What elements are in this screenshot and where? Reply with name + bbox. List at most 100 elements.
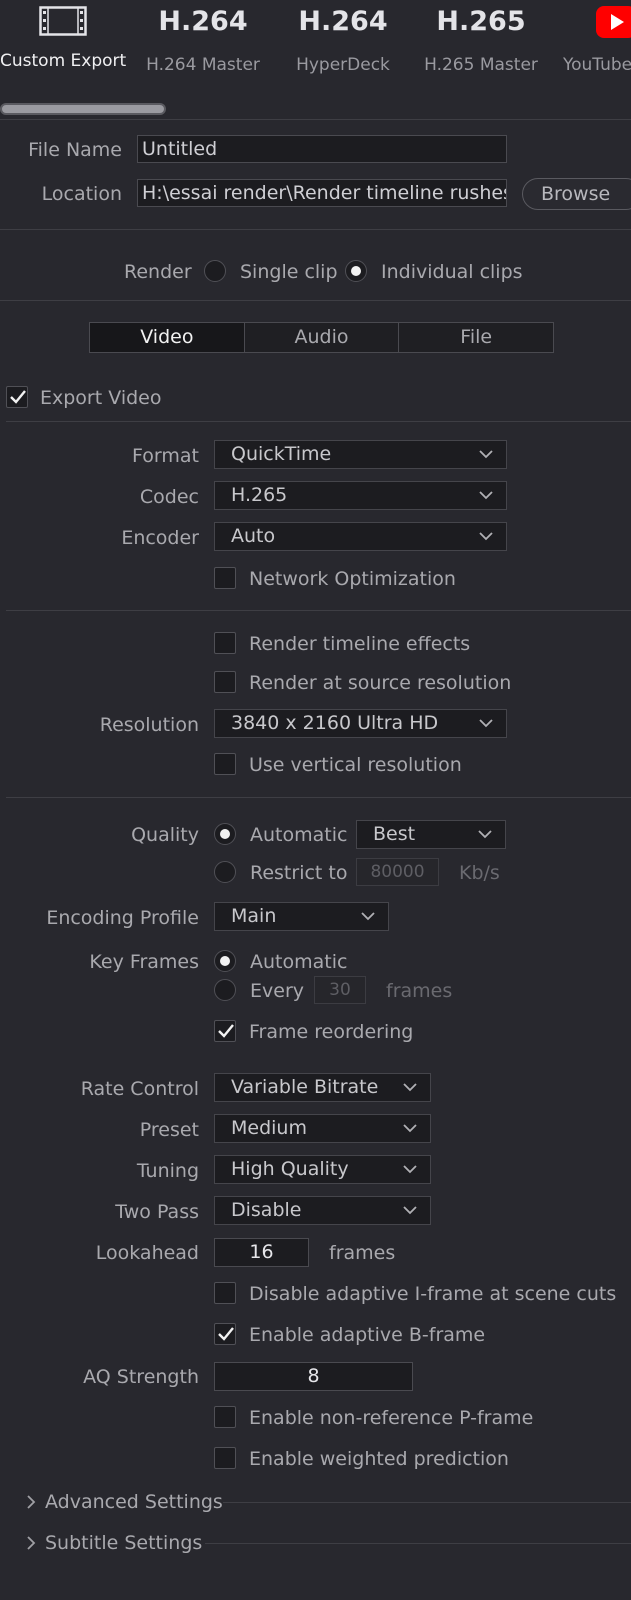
disable-adaptive-i-frame-checkbox[interactable] [214,1282,236,1304]
encoder-value: Auto [231,525,276,547]
tuning-value: High Quality [231,1158,349,1180]
preset-youtube[interactable]: YouTube [560,0,631,80]
format-dropdown[interactable]: QuickTime [214,440,507,469]
browse-button[interactable]: Browse [522,178,631,210]
quality-restrict-label[interactable]: Restrict to [250,861,348,885]
quality-best-dropdown[interactable]: Best [356,820,506,849]
tuning-dropdown[interactable]: High Quality [214,1155,431,1184]
subtitle-settings-expander[interactable]: Subtitle Settings [0,1531,631,1555]
divider [223,1502,631,1503]
enable-adaptive-b-frame-checkbox[interactable] [214,1323,236,1345]
chevron-down-icon [403,1206,417,1215]
weighted-prediction-checkbox[interactable] [214,1447,236,1469]
chevron-down-icon [403,1124,417,1133]
preset-custom-export[interactable]: Custom Export [0,0,126,80]
render-timeline-effects-checkbox[interactable] [214,632,236,654]
key-frames-label: Key Frames [89,951,199,973]
chevron-down-icon [361,912,375,921]
aq-strength-label: AQ Strength [83,1366,199,1388]
enable-adaptive-b-frame-label[interactable]: Enable adaptive B-frame [249,1323,485,1347]
network-optimization-label[interactable]: Network Optimization [249,567,456,591]
preset-hyperdeck[interactable]: H.264 HyperDeck [280,0,406,80]
preset-label: H.264 Master [146,55,260,75]
export-video-checkbox[interactable] [6,386,28,408]
network-optimization-checkbox[interactable] [214,567,236,589]
rate-control-dropdown[interactable]: Variable Bitrate [214,1073,431,1102]
quality-restrict-radio[interactable] [214,861,236,883]
chevron-right-icon [27,1495,36,1509]
settings-tabs: Video Audio File [89,322,554,353]
encoding-profile-dropdown[interactable]: Main [214,902,389,931]
location-label: Location [41,183,122,205]
quality-automatic-label[interactable]: Automatic [250,823,347,847]
encoder-label: Encoder [121,527,199,549]
render-label: Render [124,261,192,283]
key-frames-every-radio[interactable] [214,979,236,1001]
location-input[interactable]: H:\essai render\Render timeline rushes F… [137,179,507,207]
individual-clips-radio[interactable] [345,260,367,282]
preset-scrollbar[interactable] [0,103,166,115]
lookahead-input[interactable]: 16 [214,1238,309,1267]
render-source-resolution-checkbox[interactable] [214,671,236,693]
non-reference-p-frame-checkbox[interactable] [214,1406,236,1428]
two-pass-value: Disable [231,1199,302,1221]
preset-dropdown[interactable]: Medium [214,1114,431,1143]
individual-clips-label[interactable]: Individual clips [381,260,523,284]
chevron-down-icon [403,1165,417,1174]
youtube-icon [596,4,631,40]
resolution-label: Resolution [99,714,199,736]
tab-audio[interactable]: Audio [245,323,400,352]
divider [205,1543,631,1544]
tab-video[interactable]: Video [90,323,245,352]
key-frames-automatic-radio[interactable] [214,950,236,972]
tuning-label: Tuning [136,1160,199,1182]
weighted-prediction-label[interactable]: Enable weighted prediction [249,1447,509,1471]
single-clip-radio[interactable] [204,260,226,282]
codec-label: Codec [139,486,199,508]
key-frames-unit: frames [386,980,453,1002]
encoding-profile-value: Main [231,905,277,927]
preset-h264-master[interactable]: H.264 H.264 Master [140,0,266,80]
codec-dropdown[interactable]: H.265 [214,481,507,510]
quality-best-value: Best [373,823,416,845]
chevron-right-icon [27,1536,36,1550]
preset-label: Custom Export [0,51,127,71]
frame-reordering-label[interactable]: Frame reordering [249,1020,413,1044]
disable-adaptive-i-frame-label[interactable]: Disable adaptive I-frame at scene cuts [249,1282,616,1306]
aq-strength-input[interactable]: 8 [214,1362,413,1391]
preset-h265-master[interactable]: H.265 H.265 Master [418,0,544,80]
preset-codec-text: H.265 [436,6,526,37]
non-reference-p-frame-label[interactable]: Enable non-reference P-frame [249,1406,533,1430]
render-timeline-effects-label[interactable]: Render timeline effects [249,632,470,656]
export-video-label[interactable]: Export Video [40,386,161,410]
key-frames-every-input[interactable]: 30 [314,976,366,1004]
frame-reordering-checkbox[interactable] [214,1020,236,1042]
tab-file[interactable]: File [399,323,553,352]
vertical-resolution-checkbox[interactable] [214,753,236,775]
two-pass-dropdown[interactable]: Disable [214,1196,431,1225]
resolution-value: 3840 x 2160 Ultra HD [231,712,439,734]
key-frames-automatic-label[interactable]: Automatic [250,950,347,974]
codec-value: H.265 [231,484,288,506]
vertical-resolution-label[interactable]: Use vertical resolution [249,753,462,777]
chevron-down-icon [479,491,493,500]
resolution-dropdown[interactable]: 3840 x 2160 Ultra HD [214,709,507,738]
advanced-settings-expander[interactable]: Advanced Settings [0,1490,631,1514]
key-frames-every-label[interactable]: Every [250,979,304,1003]
divider [0,119,631,120]
single-clip-label[interactable]: Single clip [240,260,338,284]
divider [6,610,631,611]
preset-codec-text: H.264 [298,6,388,37]
render-source-resolution-label[interactable]: Render at source resolution [249,671,511,695]
chevron-down-icon [403,1083,417,1092]
preset-codec-text: H.264 [158,6,248,37]
encoder-dropdown[interactable]: Auto [214,522,507,551]
rate-control-label: Rate Control [80,1078,199,1100]
quality-automatic-radio[interactable] [214,823,236,845]
bitrate-unit: Kb/s [459,862,500,884]
bitrate-input[interactable]: 80000 [356,858,439,886]
chevron-down-icon [478,830,492,839]
film-strip-icon [39,6,87,36]
divider [6,797,631,798]
file-name-input[interactable]: Untitled [137,135,507,163]
